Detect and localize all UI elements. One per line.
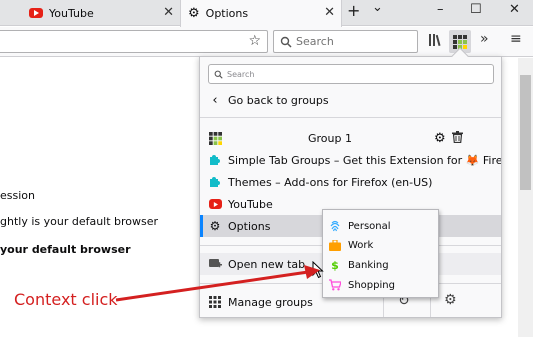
- divider: [200, 117, 501, 118]
- star-icon[interactable]: ☆: [248, 33, 261, 49]
- panel-search-placeholder: Search: [227, 69, 255, 79]
- window-close-button[interactable]: ✕: [509, 2, 520, 17]
- tab-title: Options: [228, 219, 271, 233]
- maximize-button[interactable]: ☐: [470, 2, 482, 17]
- fingerprint-icon: [329, 220, 341, 232]
- tab-label: YouTube: [49, 6, 94, 20]
- group-title: Group 1: [308, 131, 352, 145]
- annotation-arrow: [115, 265, 320, 302]
- scrollbar-thumb[interactable]: [520, 75, 531, 190]
- search-placeholder: Search: [296, 35, 334, 48]
- trash-icon[interactable]: [452, 130, 463, 146]
- youtube-icon: [29, 8, 43, 18]
- search-icon: [214, 70, 223, 79]
- context-item-work[interactable]: Work: [323, 235, 438, 255]
- cart-icon: [329, 279, 341, 291]
- tab-title: Simple Tab Groups – Get this Extension f…: [228, 153, 501, 167]
- tab-partial[interactable]: [0, 0, 22, 26]
- annotation-label: Context click: [14, 290, 118, 309]
- context-item-label: Work: [348, 239, 374, 251]
- search-icon: [280, 36, 292, 48]
- gear-icon: ⚙: [209, 219, 221, 233]
- tab-title: YouTube: [228, 197, 273, 211]
- tab-strip: YouTube ✕ ⚙ Options ✕ + ⌄ – ☐ ✕: [0, 0, 533, 27]
- chevron-down-icon[interactable]: ⌄: [372, 0, 383, 15]
- back-label: Go back to groups: [228, 93, 329, 107]
- puzzle-icon: [208, 175, 222, 189]
- search-input[interactable]: Search: [273, 30, 418, 53]
- page-text-line: ghtly is your default browser: [0, 215, 159, 228]
- context-item-personal[interactable]: Personal: [323, 216, 438, 236]
- context-menu: Personal Work $ Banking Shopping: [322, 209, 439, 298]
- youtube-icon: [208, 197, 222, 211]
- grid-icon: [453, 34, 467, 49]
- back-to-groups-button[interactable]: ‹ Go back to groups: [200, 89, 501, 111]
- page-text-line: ession: [0, 189, 35, 202]
- dollar-icon: $: [331, 258, 339, 272]
- tab-youtube[interactable]: YouTube ✕: [22, 0, 180, 26]
- context-item-label: Personal: [348, 220, 391, 232]
- url-bar[interactable]: ☆: [0, 30, 268, 53]
- overflow-icon[interactable]: »: [480, 31, 489, 47]
- group-grid-icon: [208, 131, 222, 145]
- hamburger-menu-icon[interactable]: ≡: [510, 31, 522, 47]
- panel-search-input[interactable]: Search: [208, 64, 494, 84]
- library-icon[interactable]: [428, 33, 442, 51]
- new-tab-button[interactable]: +: [347, 1, 360, 20]
- close-icon[interactable]: ✕: [324, 5, 335, 20]
- page-text-line: your default browser: [0, 243, 131, 256]
- context-item-shopping[interactable]: Shopping: [323, 275, 438, 295]
- tab-label: Options: [205, 7, 249, 20]
- minimize-button[interactable]: –: [437, 2, 444, 17]
- briefcase-icon: [329, 239, 341, 251]
- group-header: Group 1 ⚙: [200, 127, 501, 149]
- puzzle-icon: [208, 153, 222, 167]
- gear-icon[interactable]: ⚙: [434, 131, 446, 146]
- settings-icon[interactable]: ⚙: [444, 292, 457, 308]
- tab-options[interactable]: ⚙ Options ✕: [180, 0, 342, 27]
- tab-title: Themes – Add-ons for Firefox (en-US): [228, 175, 433, 189]
- group-tab-item[interactable]: Simple Tab Groups – Get this Extension f…: [200, 149, 501, 171]
- context-item-label: Banking: [348, 259, 389, 271]
- group-tab-item[interactable]: Themes – Add-ons for Firefox (en-US): [200, 171, 501, 193]
- context-item-banking[interactable]: $ Banking: [323, 255, 438, 275]
- close-icon[interactable]: ✕: [163, 5, 174, 20]
- chevron-left-icon: ‹: [212, 92, 218, 108]
- gear-icon: ⚙: [188, 6, 200, 21]
- context-item-label: Shopping: [348, 279, 395, 291]
